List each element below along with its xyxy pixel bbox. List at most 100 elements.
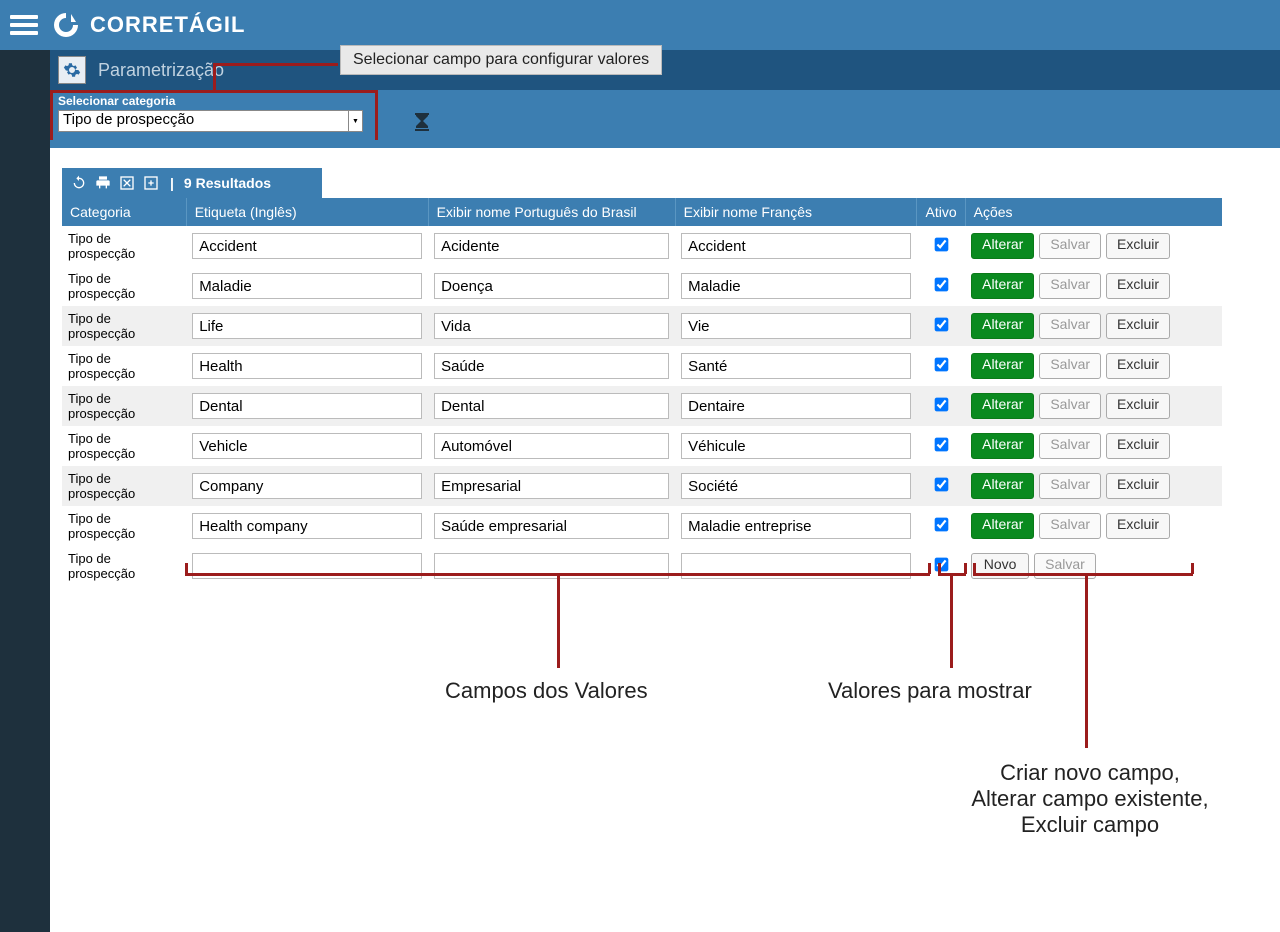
- annotation-line: [938, 563, 941, 574]
- input-nome-fr[interactable]: [681, 433, 911, 459]
- alterar-button[interactable]: Alterar: [971, 473, 1034, 499]
- checkbox-ativo[interactable]: [934, 478, 948, 492]
- excluir-button[interactable]: Excluir: [1106, 233, 1170, 259]
- refresh-icon[interactable]: [70, 174, 88, 192]
- input-nome-fr[interactable]: [681, 353, 911, 379]
- alterar-button[interactable]: Alterar: [971, 393, 1034, 419]
- cell-categoria: Tipo de prospecção: [62, 346, 186, 386]
- hourglass-icon[interactable]: [415, 113, 429, 131]
- input-nome-pt[interactable]: [434, 393, 669, 419]
- excluir-button[interactable]: Excluir: [1106, 433, 1170, 459]
- table-row: Tipo de prospecção AlterarSalvarExcluir: [62, 386, 1222, 426]
- input-etiqueta[interactable]: [192, 473, 422, 499]
- salvar-button[interactable]: Salvar: [1039, 473, 1101, 499]
- annotation-line: [973, 573, 1193, 576]
- checkbox-ativo[interactable]: [934, 238, 948, 252]
- excluir-button[interactable]: Excluir: [1106, 313, 1170, 339]
- input-etiqueta[interactable]: [192, 313, 422, 339]
- input-nome-pt[interactable]: [434, 313, 669, 339]
- cell-categoria: Tipo de prospecção: [62, 466, 186, 506]
- cell-categoria: Tipo de prospecção: [62, 266, 186, 306]
- annotation-line: [375, 90, 378, 140]
- annotation-line: [185, 563, 188, 574]
- table-row: Tipo de prospecção AlterarSalvarExcluir: [62, 266, 1222, 306]
- results-count: 9 Resultados: [184, 175, 271, 191]
- excluir-button[interactable]: Excluir: [1106, 393, 1170, 419]
- checkbox-ativo[interactable]: [934, 398, 948, 412]
- export-csv-icon[interactable]: [142, 174, 160, 192]
- checkbox-ativo[interactable]: [934, 318, 948, 332]
- alterar-button[interactable]: Alterar: [971, 313, 1034, 339]
- input-nome-pt[interactable]: [434, 473, 669, 499]
- col-acoes[interactable]: Ações: [965, 198, 1222, 226]
- table-row: Tipo de prospecção AlterarSalvarExcluir: [62, 466, 1222, 506]
- export-excel-icon[interactable]: [118, 174, 136, 192]
- filter-label: Selecionar categoria: [58, 94, 1272, 108]
- category-select[interactable]: Tipo de prospecção ▼: [58, 110, 363, 132]
- alterar-button[interactable]: Alterar: [971, 353, 1034, 379]
- input-etiqueta[interactable]: [192, 513, 422, 539]
- input-nome-fr[interactable]: [681, 393, 911, 419]
- annotation-campos-valores: Campos dos Valores: [445, 678, 648, 704]
- col-nome-pt[interactable]: Exibir nome Português do Brasil: [428, 198, 675, 226]
- salvar-button[interactable]: Salvar: [1039, 233, 1101, 259]
- checkbox-ativo[interactable]: [934, 358, 948, 372]
- data-table: Categoria Etiqueta (Inglês) Exibir nome …: [62, 198, 1222, 586]
- col-ativo[interactable]: Ativo: [917, 198, 965, 226]
- col-etiqueta[interactable]: Etiqueta (Inglês): [186, 198, 428, 226]
- input-etiqueta[interactable]: [192, 433, 422, 459]
- table-row: Tipo de prospecção AlterarSalvarExcluir: [62, 346, 1222, 386]
- input-nome-fr[interactable]: [681, 233, 911, 259]
- excluir-button[interactable]: Excluir: [1106, 473, 1170, 499]
- results-toolbar: | 9 Resultados: [62, 168, 322, 198]
- table-row: Tipo de prospecçãoAlterarSalvarExcluir: [62, 426, 1222, 466]
- hamburger-menu-icon[interactable]: [10, 11, 38, 39]
- table-row: Tipo de prospecção AlterarSalvarExcluir: [62, 306, 1222, 346]
- input-nome-fr[interactable]: [681, 473, 911, 499]
- alterar-button[interactable]: Alterar: [971, 233, 1034, 259]
- input-nome-pt[interactable]: [434, 233, 669, 259]
- excluir-button[interactable]: Excluir: [1106, 273, 1170, 299]
- checkbox-ativo[interactable]: [934, 558, 948, 572]
- col-categoria[interactable]: Categoria: [62, 198, 186, 226]
- input-nome-fr[interactable]: [681, 313, 911, 339]
- input-etiqueta[interactable]: [192, 393, 422, 419]
- annotation-line: [928, 563, 931, 574]
- alterar-button[interactable]: Alterar: [971, 513, 1034, 539]
- salvar-button[interactable]: Salvar: [1039, 513, 1101, 539]
- input-etiqueta[interactable]: [192, 273, 422, 299]
- salvar-button[interactable]: Salvar: [1039, 313, 1101, 339]
- salvar-button[interactable]: Salvar: [1039, 353, 1101, 379]
- table-row: Tipo de prospecçãoAlterarSalvarExcluir: [62, 226, 1222, 266]
- cell-categoria: Tipo de prospecção: [62, 386, 186, 426]
- alterar-button[interactable]: Alterar: [971, 273, 1034, 299]
- print-icon[interactable]: [94, 174, 112, 192]
- input-nome-pt[interactable]: [434, 433, 669, 459]
- input-nome-pt[interactable]: [434, 273, 669, 299]
- input-nome-fr[interactable]: [681, 513, 911, 539]
- checkbox-ativo[interactable]: [934, 278, 948, 292]
- annotation-line: [50, 90, 53, 140]
- input-nome-pt[interactable]: [434, 353, 669, 379]
- input-nome-fr[interactable]: [681, 273, 911, 299]
- annotation-line: [973, 563, 976, 574]
- checkbox-ativo[interactable]: [934, 438, 948, 452]
- salvar-button[interactable]: Salvar: [1039, 273, 1101, 299]
- tab-parametrizacao[interactable]: Parametrização: [50, 50, 239, 90]
- cell-categoria: Tipo de prospecção: [62, 306, 186, 346]
- excluir-button[interactable]: Excluir: [1106, 353, 1170, 379]
- salvar-button[interactable]: Salvar: [1039, 393, 1101, 419]
- table-row: Tipo de prospecçãoAlterarSalvarExcluir: [62, 506, 1222, 546]
- salvar-button[interactable]: Salvar: [1039, 433, 1101, 459]
- input-nome-pt[interactable]: [434, 513, 669, 539]
- col-nome-fr[interactable]: Exibir nome Françês: [675, 198, 917, 226]
- alterar-button[interactable]: Alterar: [971, 433, 1034, 459]
- annotation-line: [213, 63, 216, 91]
- checkbox-ativo[interactable]: [934, 518, 948, 532]
- input-etiqueta[interactable]: [192, 353, 422, 379]
- toolbar-separator: |: [170, 175, 174, 191]
- app-logo: CORRETÁGIL: [50, 9, 245, 41]
- input-etiqueta[interactable]: [192, 233, 422, 259]
- annotation-line: [557, 573, 560, 668]
- excluir-button[interactable]: Excluir: [1106, 513, 1170, 539]
